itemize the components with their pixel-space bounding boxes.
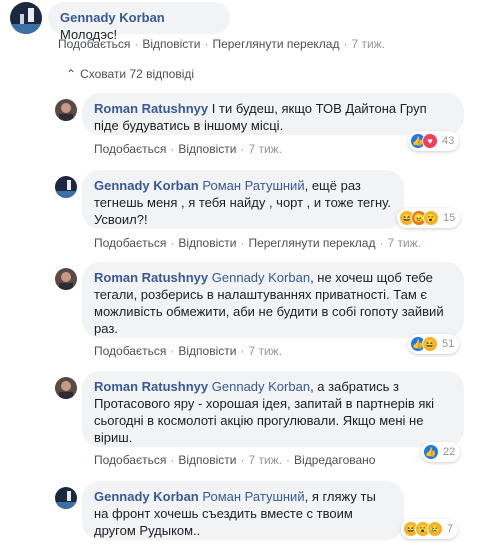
hide-replies-label: Сховати 72 відповіді	[80, 67, 195, 81]
reply-mention[interactable]: Роман Ратушний	[202, 178, 304, 193]
reply-link[interactable]: Відповісти	[178, 453, 236, 467]
wow-reaction-icon: 😮	[423, 210, 439, 226]
reply-author[interactable]: Gennady Korban	[94, 489, 199, 504]
chevron-up-icon: ⌃	[66, 67, 77, 81]
avatar-roman-ratushnyy[interactable]	[55, 377, 77, 399]
reply-actions: Подобається · Відповісти · 7 тиж.	[94, 344, 283, 358]
avatar-gennady-korban[interactable]	[55, 176, 77, 198]
comment-bubble: Gennady Korban Молодэс!	[48, 2, 230, 42]
comment-author[interactable]: Gennady Korban	[60, 10, 165, 25]
avatar-gennady-korban[interactable]	[55, 487, 77, 509]
reply-author[interactable]: Roman Ratushnyy	[94, 101, 208, 116]
timestamp[interactable]: 7 тиж.	[248, 344, 282, 358]
reply-link[interactable]: Відповісти	[178, 344, 236, 358]
timestamp[interactable]: 7 тиж.	[248, 453, 282, 467]
sad-reaction-icon: 😢	[427, 521, 443, 537]
reply-link[interactable]: Відповісти	[178, 236, 236, 250]
reply-actions: Подобається · Відповісти · Переглянути перек…	[94, 236, 422, 250]
like-link[interactable]: Подобається	[94, 236, 166, 250]
timestamp[interactable]: 7 тиж.	[351, 37, 385, 51]
reactions-summary[interactable]: 😆 😠 😮 15	[397, 208, 461, 228]
haha-reaction-icon: 😆	[422, 336, 438, 352]
timestamp[interactable]: 7 тиж.	[248, 142, 282, 156]
reply-author[interactable]: Roman Ratushnyy	[94, 379, 208, 394]
reply-author[interactable]: Roman Ratushnyy	[94, 270, 208, 285]
reactions-summary[interactable]: 👍 ♥ 43	[408, 131, 460, 151]
comment-actions: Подобається · Відповісти · Переглянути перек…	[58, 37, 386, 51]
reaction-count: 15	[443, 212, 456, 224]
hide-replies-link[interactable]: ⌃ Сховати 72 відповіді	[66, 67, 194, 81]
like-link[interactable]: Подобається	[58, 37, 130, 51]
reply-mention[interactable]: Gennady Korban	[212, 270, 310, 285]
reply-bubble: Roman Ratushnyy І ти будеш, якщо ТОВ Дай…	[82, 93, 464, 135]
reaction-count: 43	[442, 135, 455, 147]
reply-actions: Подобається · Відповісти · 7 тиж. · Відредагов…	[94, 453, 376, 467]
like-link[interactable]: Подобається	[94, 142, 166, 156]
reactions-summary[interactable]: 👍 😆 51	[408, 334, 460, 354]
reaction-count: 51	[442, 338, 455, 350]
translate-link[interactable]: Переглянути переклад	[248, 236, 375, 250]
reply-link[interactable]: Відповісти	[142, 37, 200, 51]
love-reaction-icon: ♥	[422, 133, 438, 149]
reply-mention[interactable]: Роман Ратушний	[202, 489, 304, 504]
reaction-count: 22	[443, 446, 456, 458]
translate-link[interactable]: Переглянути переклад	[212, 37, 339, 51]
timestamp[interactable]: 7 тиж.	[387, 236, 421, 250]
reply-link[interactable]: Відповісти	[178, 142, 236, 156]
avatar-roman-ratushnyy[interactable]	[55, 268, 77, 290]
reply-actions: Подобається · Відповісти · 7 тиж.	[94, 142, 283, 156]
reactions-summary[interactable]: 😆 😮 😢 7	[401, 519, 459, 539]
avatar-roman-ratushnyy[interactable]	[55, 99, 77, 121]
reply-bubble: Gennady Korban Роман Ратушний, ещё раз т…	[82, 170, 404, 229]
reactions-summary[interactable]: 👍 22	[421, 442, 461, 462]
like-reaction-icon: 👍	[423, 444, 439, 460]
reply-author[interactable]: Gennady Korban	[94, 178, 199, 193]
like-link[interactable]: Подобається	[94, 453, 166, 467]
like-link[interactable]: Подобається	[94, 344, 166, 358]
reaction-count: 7	[447, 523, 454, 535]
reply-bubble: Roman Ratushnyy Gennady Korban, не хочеш…	[82, 262, 464, 338]
avatar-gennady-korban[interactable]	[10, 2, 42, 34]
reply-bubble: Roman Ratushnyy Gennady Korban, а забрат…	[82, 371, 464, 447]
edited-link[interactable]: Відредаговано	[294, 453, 375, 467]
reply-mention[interactable]: Gennady Korban	[212, 379, 310, 394]
reply-bubble: Gennady Korban Роман Ратушний, я гляжу т…	[82, 481, 404, 540]
